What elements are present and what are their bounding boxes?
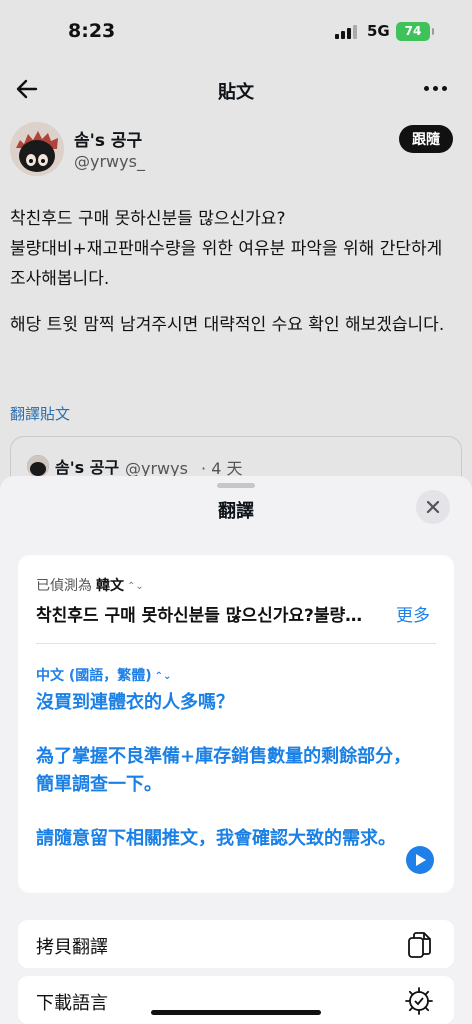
translated-paragraph: 為了掌握不良準備+庫存銷售數量的剩餘部分，簡單調查一下。 [36, 746, 412, 795]
status-time: 8:23 [68, 20, 116, 42]
detected-label: 已偵測為 [36, 578, 92, 594]
post-body: 착친후드 구매 못하신분들 많으신가요? 불량대비+재고판매수량을 위한 여유분… [10, 204, 462, 356]
play-audio-button[interactable] [406, 846, 434, 874]
target-language: 中文 (國語，繁體) [36, 668, 152, 684]
sheet-title: 翻譯 [218, 501, 254, 522]
close-icon [426, 500, 440, 514]
source-text: 착친후드 구매 못하신분들 많으신가요?불량대비+재고판매수량을 위한 여유분 … [36, 606, 376, 626]
translated-paragraph: 沒買到連體衣的人多嗎？ [36, 692, 234, 713]
post-paragraph: 착친후드 구매 못하신분들 많으신가요? 불량대비+재고판매수량을 위한 여유분… [10, 209, 443, 289]
battery-icon: 74 [396, 22, 434, 41]
download-gear-icon [404, 986, 434, 1016]
post-author: 솜's 공구 @yrwys_ 跟隨 [10, 120, 462, 180]
translation-sheet: 翻譯 已偵測為韓文⌃⌄ 착친후드 구매 못하신분들 많으신가요?불량대비+재고판… [0, 476, 472, 1024]
sheet-grabber[interactable] [217, 483, 255, 488]
author-name[interactable]: 솜's 공구 [74, 126, 142, 151]
source-language-selector[interactable]: 已偵測為 韓文 ⌃⌄ [36, 575, 144, 595]
close-button[interactable] [416, 490, 450, 524]
author-handle[interactable]: @yrwys_ [74, 152, 145, 171]
translation-card: 已偵測為韓文⌃⌄ 착친후드 구매 못하신분들 많으신가요?불량대비+재고판매수량… [18, 555, 454, 893]
translated-paragraph: 請隨意留下相關推文，我會確認大致的需求。 [36, 828, 396, 849]
status-bar: 8:23 5G 74 [0, 0, 472, 62]
quote-avatar [27, 455, 49, 477]
translated-text: 沒買到連體衣的人多嗎？ 為了掌握不良準備+庫存銷售數量的剩餘部分，簡單調查一下。… [36, 689, 416, 879]
action-label: 拷貝翻譯 [36, 937, 108, 958]
chevron-updown-icon: ⌃⌄ [127, 581, 144, 592]
translate-post-link[interactable]: 翻譯貼文 [10, 403, 70, 424]
page-title: 貼文 [218, 82, 254, 103]
nav-bar: 貼文 [0, 66, 472, 114]
home-indicator[interactable] [151, 1010, 321, 1015]
play-icon [416, 854, 426, 866]
source-language: 韓文 [96, 578, 124, 594]
action-label: 下載語言 [36, 993, 108, 1014]
more-link[interactable]: 更多 [396, 601, 430, 626]
avatar[interactable] [10, 122, 64, 176]
signal-icon [335, 25, 357, 39]
quote-author-name: 솜's 공구 [55, 458, 120, 477]
more-options-icon[interactable] [424, 86, 450, 92]
chevron-updown-icon: ⌃⌄ [154, 671, 172, 682]
copy-icon [404, 930, 434, 960]
post-paragraph: 해당 트윗 맘찍 남겨주시면 대략적인 수요 확인 해보겠습니다. [10, 315, 445, 335]
follow-button[interactable]: 跟隨 [399, 125, 453, 153]
copy-translation-button[interactable]: 拷貝翻譯 [18, 920, 454, 968]
network-label: 5G [367, 22, 390, 40]
divider [36, 643, 436, 644]
target-language-selector[interactable]: 中文 (國語，繁體) ⌃⌄ [36, 665, 171, 685]
download-languages-button[interactable]: 下載語言 [18, 976, 454, 1024]
